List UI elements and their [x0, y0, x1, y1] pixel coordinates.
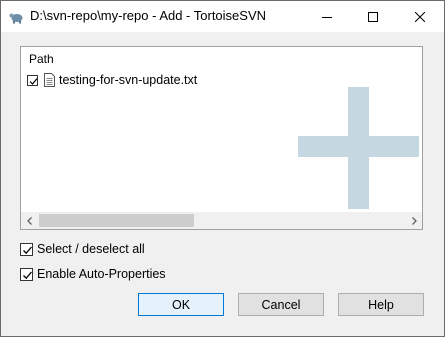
- close-icon: [415, 11, 425, 22]
- file-icon: [44, 73, 55, 87]
- plus-icon: [298, 87, 419, 209]
- file-checkbox[interactable]: [27, 74, 38, 86]
- file-name: testing-for-svn-update.txt: [59, 73, 198, 87]
- column-header-path[interactable]: Path: [29, 52, 54, 66]
- maximize-button[interactable]: [350, 1, 396, 32]
- chevron-right-icon: [411, 216, 417, 225]
- auto-properties-checkbox[interactable]: [20, 267, 33, 281]
- select-all-checkbox[interactable]: [20, 242, 33, 256]
- add-dialog: D:\svn-repo\my-repo - Add - TortoiseSVN …: [0, 0, 445, 337]
- select-all-label[interactable]: Select / deselect all: [37, 242, 145, 256]
- cancel-button[interactable]: Cancel: [238, 293, 324, 316]
- minimize-icon: [322, 16, 332, 18]
- checkmark-icon: [23, 271, 32, 279]
- help-button[interactable]: Help: [338, 293, 424, 316]
- checkmark-icon: [23, 246, 32, 254]
- select-all-option[interactable]: Select / deselect all: [20, 241, 145, 257]
- window-title: D:\svn-repo\my-repo - Add - TortoiseSVN: [30, 8, 267, 23]
- close-button[interactable]: [397, 1, 443, 32]
- maximize-icon: [368, 11, 378, 22]
- horizontal-scrollbar[interactable]: [21, 212, 422, 229]
- ok-button[interactable]: OK: [138, 293, 224, 316]
- tortoise-icon: [9, 13, 23, 24]
- scroll-thumb[interactable]: [39, 214, 194, 227]
- list-item[interactable]: testing-for-svn-update.txt: [27, 72, 197, 88]
- minimize-button[interactable]: [304, 1, 350, 32]
- auto-properties-option[interactable]: Enable Auto-Properties: [20, 266, 166, 282]
- chevron-left-icon: [26, 216, 32, 225]
- auto-properties-label[interactable]: Enable Auto-Properties: [37, 267, 166, 281]
- scroll-left-button[interactable]: [21, 212, 38, 229]
- scroll-right-button[interactable]: [405, 212, 422, 229]
- checkmark-icon: [29, 77, 38, 85]
- file-list[interactable]: Path testing-for-svn-update.txt: [20, 46, 423, 230]
- title-bar[interactable]: D:\svn-repo\my-repo - Add - TortoiseSVN: [1, 1, 444, 32]
